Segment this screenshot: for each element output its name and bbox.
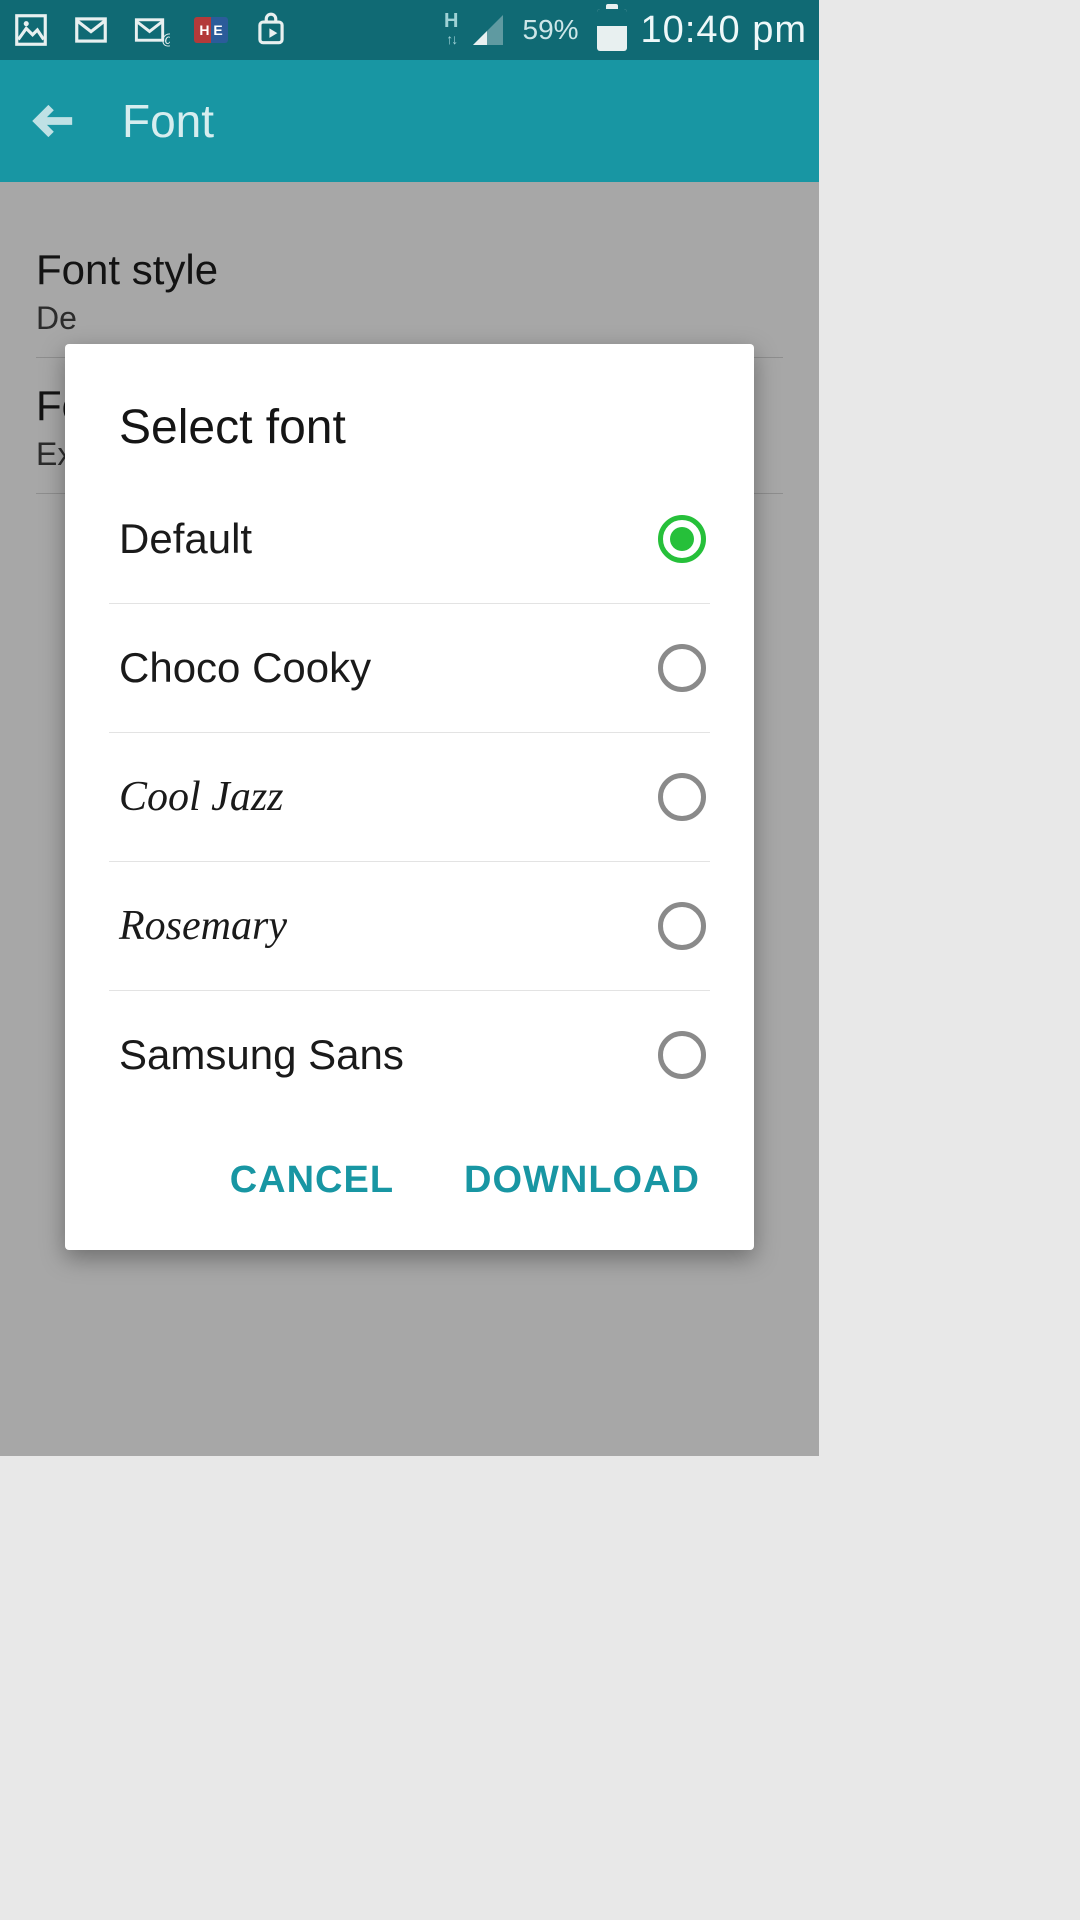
font-option-label: Choco Cooky xyxy=(119,644,371,692)
font-style-row[interactable]: Font style De xyxy=(36,222,783,358)
status-bar: @ H E H ↑↓ 59% 10:40 pm xyxy=(0,0,819,60)
font-option-choco-cooky[interactable]: Choco Cooky xyxy=(65,604,754,732)
radio-icon[interactable] xyxy=(658,902,706,950)
play-store-icon xyxy=(252,11,290,49)
clock: 10:40 pm xyxy=(641,9,807,52)
font-option-label: Rosemary xyxy=(119,902,287,950)
font-option-default[interactable]: Default xyxy=(65,475,754,603)
message-icon: @ xyxy=(132,11,170,49)
battery-percent: 59% xyxy=(523,14,579,46)
font-option-cool-jazz[interactable]: Cool Jazz xyxy=(65,733,754,861)
radio-selected-icon[interactable] xyxy=(658,515,706,563)
mobile-data-icon: H ↑↓ xyxy=(444,12,458,48)
radio-icon[interactable] xyxy=(658,644,706,692)
cancel-button[interactable]: CANCEL xyxy=(230,1159,394,1202)
font-style-value: De xyxy=(36,300,783,337)
font-option-label: Default xyxy=(119,515,252,563)
select-font-dialog: Select font Default Choco Cooky Cool Jaz… xyxy=(65,344,754,1250)
signal-icon xyxy=(473,15,503,45)
font-option-label: Samsung Sans xyxy=(119,1031,404,1079)
font-option-samsung-sans[interactable]: Samsung Sans xyxy=(65,991,754,1119)
font-style-title: Font style xyxy=(36,246,783,294)
dialog-title: Select font xyxy=(65,400,754,455)
back-icon[interactable] xyxy=(30,98,76,144)
page-title: Font xyxy=(122,94,214,148)
battery-icon xyxy=(597,9,627,51)
font-option-label: Cool Jazz xyxy=(119,773,284,821)
radio-icon[interactable] xyxy=(658,773,706,821)
gallery-icon xyxy=(12,11,50,49)
dictionary-icon: H E xyxy=(192,11,230,49)
radio-icon[interactable] xyxy=(658,1031,706,1079)
font-option-rosemary[interactable]: Rosemary xyxy=(65,862,754,990)
download-button[interactable]: DOWNLOAD xyxy=(464,1159,700,1202)
action-bar: Font xyxy=(0,60,819,182)
gmail-icon xyxy=(72,11,110,49)
svg-text:@: @ xyxy=(161,33,170,49)
